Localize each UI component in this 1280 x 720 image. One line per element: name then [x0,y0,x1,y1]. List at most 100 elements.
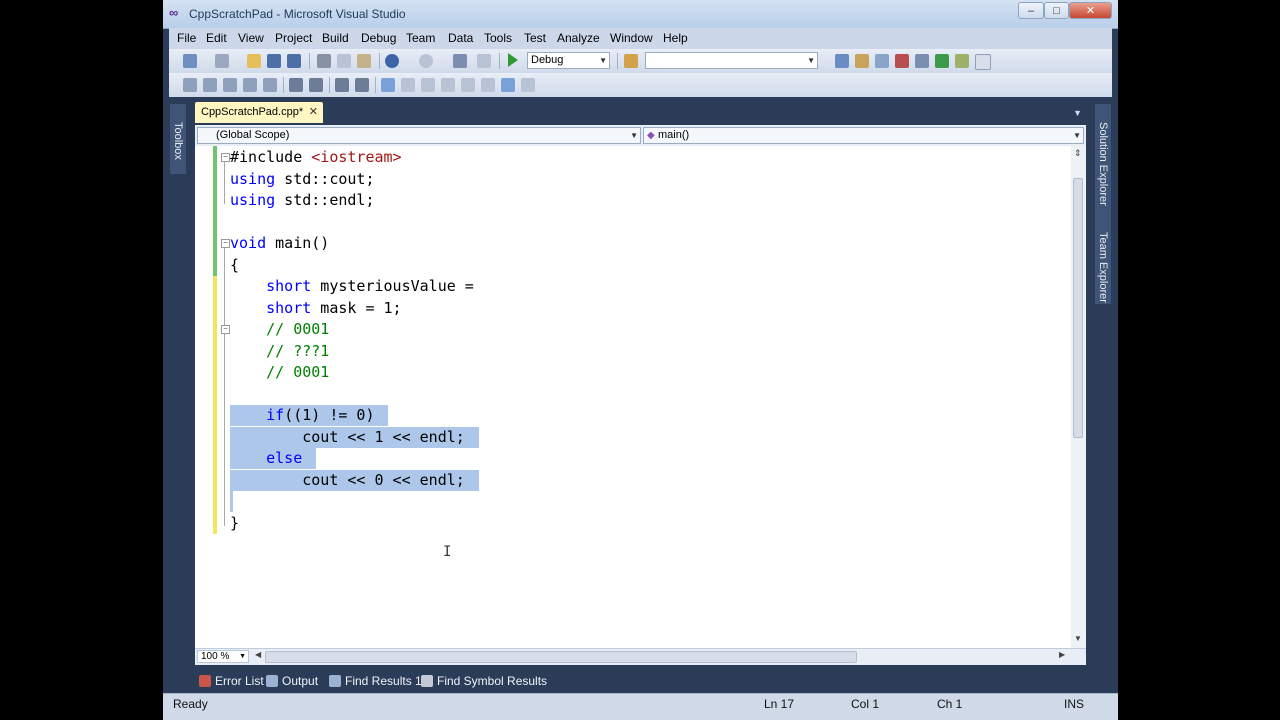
word-completion-icon[interactable] [243,78,257,92]
code-line[interactable]: using std::cout; [230,169,375,190]
properties-icon[interactable] [855,54,869,68]
code-line[interactable]: // 0001 [230,319,329,340]
code-line[interactable]: // 0001 [230,362,329,383]
menu-build[interactable]: Build [322,31,349,45]
chevron-down-icon: ▼ [239,653,246,660]
uncomment-lines-icon[interactable] [355,78,369,92]
code-line[interactable]: else [230,448,302,469]
outline-collapse-icon[interactable]: − [221,239,230,248]
tab-output[interactable]: Output [266,674,318,688]
navigate-forward-icon[interactable] [477,54,491,68]
member-dropdown[interactable]: ◆ main() ▼ [643,127,1084,144]
menu-view[interactable]: View [238,31,264,45]
code-line[interactable]: { [230,255,239,276]
toggle-word-wrap-icon[interactable] [263,78,277,92]
close-window-button[interactable]: ✕ [1069,2,1112,19]
display-object-members-icon[interactable] [183,78,197,92]
save-icon[interactable] [267,54,281,68]
outline-collapse-icon[interactable]: − [221,325,230,334]
output-icon [266,675,278,687]
tab-output-label: Output [282,674,319,688]
parameter-info-icon[interactable] [203,78,217,92]
tab-find-symbol-results-label: Find Symbol Results [437,674,548,688]
tab-find-results-1[interactable]: Find Results 1 [329,674,422,688]
extension-manager-icon[interactable] [915,54,929,68]
toolbox-icon[interactable] [895,54,909,68]
next-bookmark-in-folder-icon[interactable] [461,78,475,92]
quick-info-icon[interactable] [223,78,237,92]
menu-data[interactable]: Data [448,31,473,45]
increase-indent-icon[interactable] [309,78,323,92]
scroll-right-icon[interactable]: ▶ [1059,650,1065,659]
tab-cppscratchpad-cpp[interactable]: CppScratchPad.cpp* ✕ [195,102,323,123]
team-explorer-panel-tab[interactable]: Team Explorer [1095,214,1111,304]
code-line[interactable]: } [230,513,239,534]
find-combo-box[interactable]: ▼ [645,52,818,69]
other-windows-icon[interactable] [975,54,991,70]
active-files-dropdown-icon[interactable]: ▼ [1073,108,1082,118]
open-folder-icon[interactable] [247,54,261,68]
zoom-dropdown[interactable]: 100 % ▼ [197,650,249,663]
solution-explorer-panel-tab[interactable]: Solution Explorer [1095,104,1111,214]
maximize-button[interactable]: □ [1044,2,1069,19]
split-editor-icon[interactable]: ⇕ [1074,148,1082,159]
undo-icon[interactable] [385,54,399,68]
previous-bookmark-in-document-icon[interactable] [481,78,495,92]
code-line[interactable]: cout << 1 << endl; [230,427,465,448]
menu-project[interactable]: Project [275,31,312,45]
scroll-down-icon[interactable]: ▼ [1074,634,1082,643]
save-all-icon[interactable] [287,54,301,68]
comment-lines-icon[interactable] [335,78,349,92]
scroll-left-icon[interactable]: ◀ [255,650,261,659]
paste-icon[interactable] [357,54,371,68]
tab-find-symbol-results[interactable]: Find Symbol Results [421,674,547,688]
menu-test[interactable]: Test [524,31,546,45]
menu-window[interactable]: Window [610,31,653,45]
menu-help[interactable]: Help [663,31,688,45]
previous-bookmark-in-folder-icon[interactable] [441,78,455,92]
scope-dropdown[interactable]: (Global Scope) ▼ [197,127,641,144]
horizontal-scroll-thumb[interactable] [265,651,857,663]
copy-icon[interactable] [337,54,351,68]
code-line[interactable]: void main() [230,233,329,254]
code-line[interactable]: cout << 0 << endl; [230,470,465,491]
vertical-scrollbar[interactable]: ⇕ ▼ [1071,146,1086,648]
cut-icon[interactable] [317,54,331,68]
redo-icon[interactable] [419,54,433,68]
outline-collapse-icon[interactable]: − [221,153,230,162]
solution-explorer-icon[interactable] [835,54,849,68]
code-line[interactable]: // ???1 [230,341,329,362]
menu-analyze[interactable]: Analyze [557,31,600,45]
toolbox-panel-tab[interactable]: Toolbox [170,104,186,174]
start-page-icon[interactable] [935,54,949,68]
solution-configuration-dropdown[interactable]: Debug ▼ [527,52,610,69]
navigate-backward-icon[interactable] [453,54,467,68]
menu-file[interactable]: File [177,31,196,45]
menu-team[interactable]: Team [406,31,435,45]
toggle-bookmark-icon[interactable] [381,78,395,92]
decrease-indent-icon[interactable] [289,78,303,92]
menu-tools[interactable]: Tools [484,31,512,45]
new-project-icon[interactable] [183,54,197,68]
start-debugging-icon[interactable] [508,53,518,67]
code-editor[interactable]: − − − #include <iostream> using std::cout… [195,146,1086,648]
previous-bookmark-icon[interactable] [401,78,415,92]
code-line[interactable]: short mysteriousValue = [230,276,474,297]
code-line[interactable]: if((1) != 0) [230,405,374,426]
find-in-files-icon[interactable] [624,54,638,68]
clear-bookmarks-icon[interactable] [521,78,535,92]
add-item-icon[interactable] [215,54,229,68]
output-window-icon[interactable] [955,54,969,68]
next-bookmark-icon[interactable] [421,78,435,92]
next-bookmark-in-document-icon[interactable] [501,78,515,92]
menu-edit[interactable]: Edit [206,31,227,45]
object-browser-icon[interactable] [875,54,889,68]
vertical-scroll-thumb[interactable] [1073,178,1083,438]
minimize-button[interactable]: – [1018,2,1044,19]
close-tab-icon[interactable]: ✕ [309,102,318,122]
tab-error-list[interactable]: Error List [199,674,264,688]
code-line[interactable]: using std::endl; [230,190,375,211]
menu-debug[interactable]: Debug [361,31,396,45]
code-line[interactable]: #include <iostream> [230,147,402,168]
code-line[interactable]: short mask = 1; [230,298,401,319]
